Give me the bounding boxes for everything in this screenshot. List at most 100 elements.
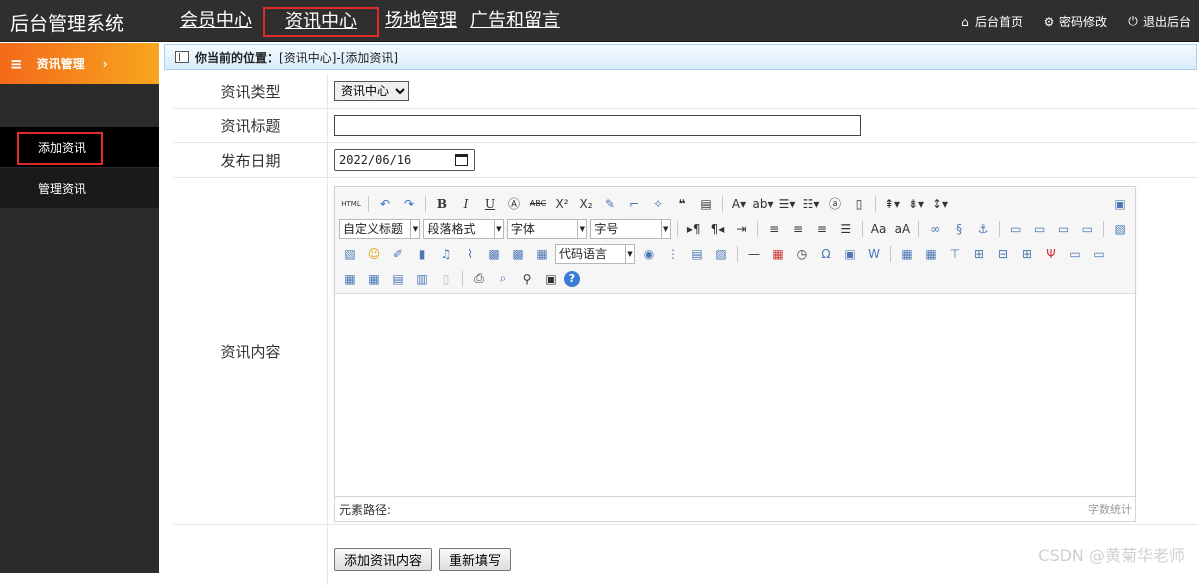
home-link[interactable]: ⌂ 后台首页 [959,13,1023,30]
template-icon[interactable]: ▤ [686,244,708,264]
insert-paragraph-icon[interactable]: ⊤ [944,244,966,264]
map-icon[interactable]: ▩ [483,244,505,264]
row-spacing-top-button[interactable]: ⇞▾ [881,194,903,214]
ordered-list-button[interactable]: ☰▾ [776,194,798,214]
subscript-button[interactable]: X₂ [575,194,597,214]
sidebar-section-news-management[interactable]: ≡ 资讯管理 › [0,43,159,84]
font-family-select[interactable]: 字体 ▼ [506,218,588,239]
ltr-direction-icon[interactable]: ▸¶ [683,219,705,239]
undo-button[interactable]: ↶ [374,194,396,214]
custom-heading-select[interactable]: 自定义标题 ▼ [339,218,421,239]
merge-down-icon[interactable]: ▦ [339,269,361,289]
image-none-icon[interactable]: ▭ [1053,219,1075,239]
blockquote-button[interactable]: ❝ [671,194,693,214]
row-spacing-bottom-button[interactable]: ⇟▾ [905,194,927,214]
page-break-icon[interactable]: ⋮ [662,244,684,264]
italic-button[interactable]: I [455,194,477,214]
reset-button[interactable]: 重新填写 [439,547,512,571]
html-source-button[interactable]: HTML [339,194,363,214]
publish-date-input[interactable]: 2022/06/16 [334,149,475,171]
align-center-icon[interactable]: ≡ [787,219,809,239]
clear-doc-icon[interactable]: ▯ [848,194,870,214]
delete-table-icon[interactable]: ▦ [920,244,942,264]
print-icon[interactable]: ⎙ [468,269,490,289]
underline-button[interactable]: U [479,194,501,214]
line-height-button[interactable]: ↕▾ [929,194,951,214]
merge-right-icon[interactable]: ▭ [1088,244,1110,264]
superscript-button[interactable]: X² [551,194,573,214]
delete-col-icon[interactable]: Ψ [1040,244,1062,264]
paragraph-format-select[interactable]: 段落格式 ▼ [423,218,504,239]
unordered-list-button[interactable]: ☷▾ [800,194,822,214]
redo-button[interactable]: ↷ [398,194,420,214]
nav-news-center[interactable]: 资讯中心 [263,7,379,37]
lowercase-icon[interactable]: aA [892,219,914,239]
insert-row-icon[interactable]: ⊞ [968,244,990,264]
help-icon[interactable]: ? [564,270,580,287]
table-properties-icon[interactable]: ▯ [435,269,457,289]
web-app-icon[interactable]: ◉ [638,244,660,264]
select-all-icon[interactable]: ⓐ [824,194,846,214]
change-password-link[interactable]: ⚙ 密码修改 [1043,13,1107,30]
split-rows-icon[interactable]: ▤ [387,269,409,289]
link-icon[interactable]: ∞ [924,219,946,239]
strikethrough-button[interactable]: ABC [527,194,549,214]
align-right-icon[interactable]: ≡ [811,219,833,239]
merge-cells-icon[interactable]: ▭ [1064,244,1086,264]
wordimage-icon[interactable]: ▣ [839,244,861,264]
fullscreen-icon[interactable]: ▣ [1109,194,1131,214]
special-chars-icon[interactable]: Ω [815,244,837,264]
multi-image-icon[interactable]: ▧ [339,244,361,264]
horizontal-rule-icon[interactable]: — [743,244,765,264]
draft-icon[interactable]: ▣ [540,269,562,289]
news-type-select[interactable]: 资讯中心 [334,81,409,101]
date-icon[interactable]: ▦ [767,244,789,264]
word-paste-icon[interactable]: W [863,244,885,264]
unlink-icon[interactable]: § [948,219,970,239]
insert-col-icon[interactable]: ⊞ [1016,244,1038,264]
calendar-icon[interactable] [455,154,468,166]
rtl-direction-icon[interactable]: ¶◂ [707,219,729,239]
logout-link[interactable]: ⏻ 退出后台 [1127,13,1191,30]
news-title-input[interactable] [334,115,861,136]
uppercase-icon[interactable]: Aa [868,219,890,239]
image-right-icon[interactable]: ▭ [1029,219,1051,239]
nav-ads-messages[interactable]: 广告和留言 [470,9,567,37]
anchor-icon[interactable]: ⚓ [972,219,994,239]
video-icon[interactable]: ▮ [411,244,433,264]
auto-format-icon[interactable]: ✧ [647,194,669,214]
font-size-select[interactable]: 字号 ▼ [590,218,671,239]
background-color-button[interactable]: ab▾ [752,194,774,214]
sidebar-item-add-news[interactable]: 添加资讯 [0,127,159,167]
align-left-icon[interactable]: ≡ [763,219,785,239]
insert-table-icon[interactable]: ▦ [896,244,918,264]
indent-icon[interactable]: ⇥ [730,219,752,239]
eraser-icon[interactable]: ✎ [599,194,621,214]
attachment-icon[interactable]: ⌇ [459,244,481,264]
nav-venue-management[interactable]: 场地管理 [385,9,464,37]
submit-news-button[interactable]: 添加资讯内容 [334,547,433,571]
split-cells-icon[interactable]: ▦ [363,269,385,289]
bold-button[interactable]: B [431,194,453,214]
editor-content-area[interactable] [335,294,1135,496]
font-border-button[interactable]: Ⓐ [503,194,525,214]
paste-text-icon[interactable]: ▤ [695,194,717,214]
image-center-icon[interactable]: ▭ [1076,219,1098,239]
search-replace-icon[interactable]: ⚲ [516,269,538,289]
font-color-button[interactable]: A▾ [728,194,750,214]
preview-icon[interactable]: ⌕ [492,269,514,289]
format-brush-icon[interactable]: ⌐ [623,194,645,214]
emoticon-icon[interactable]: ☺ [363,244,385,264]
sidebar-item-manage-news[interactable]: 管理资讯 [0,168,159,208]
insert-frame-icon[interactable]: ▦ [531,244,553,264]
code-language-select[interactable]: 代码语言 ▼ [555,243,635,264]
background-icon[interactable]: ▨ [710,244,732,264]
split-cols-icon[interactable]: ▥ [411,269,433,289]
nav-member-center[interactable]: 会员中心 [180,9,259,37]
image-left-icon[interactable]: ▭ [1005,219,1027,239]
google-map-icon[interactable]: ▩ [507,244,529,264]
time-icon[interactable]: ◷ [791,244,813,264]
delete-row-icon[interactable]: ⊟ [992,244,1014,264]
align-justify-icon[interactable]: ☰ [835,219,857,239]
music-icon[interactable]: ♫ [435,244,457,264]
